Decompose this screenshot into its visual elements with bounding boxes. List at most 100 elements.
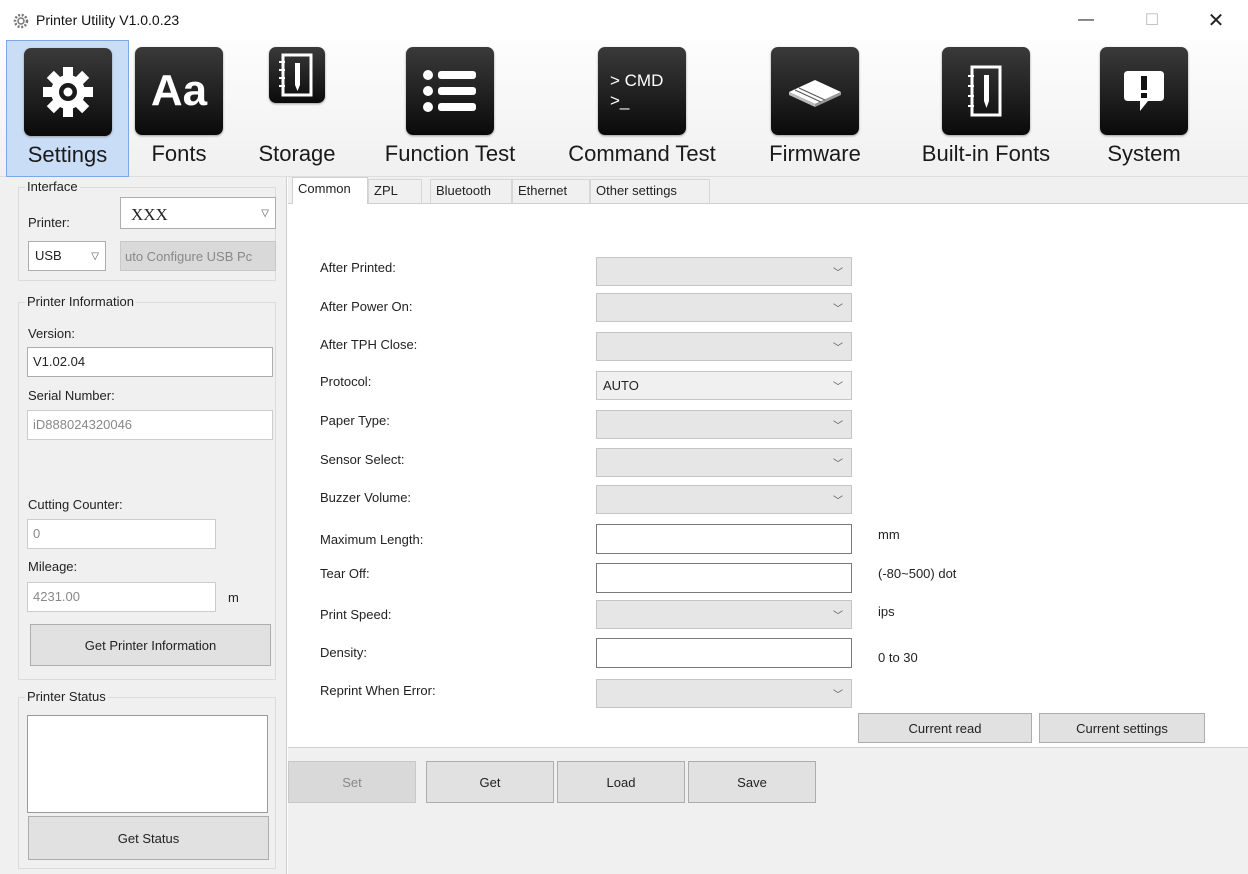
title-bar: Printer Utility V1.0.0.23 — ☐ ✕ (0, 0, 1248, 40)
toolbar-storage[interactable]: Storage (248, 40, 346, 177)
auto-configure-usb-label: uto Configure USB Pc (125, 248, 253, 264)
common-settings-panel: After Printed: ﹀ After Power On: ﹀ After… (288, 203, 1248, 748)
tear-off-input[interactable] (596, 563, 852, 593)
fonts-icon: Aa (135, 47, 223, 135)
tab-zpl-label: ZPL (374, 183, 398, 198)
protocol-select[interactable]: AUTO ﹀ (596, 371, 852, 400)
toolbar-function-test-label: Function Test (384, 141, 516, 166)
tab-other-settings-label: Other settings (596, 183, 677, 198)
serial-number-field[interactable]: iD888024320046 (27, 410, 273, 440)
buzzer-volume-select[interactable]: ﹀ (596, 485, 852, 514)
chevron-down-icon: ﹀ (833, 268, 843, 279)
port-select-value: USB (35, 248, 62, 263)
toolbar-firmware[interactable]: Firmware (756, 40, 874, 177)
tab-common[interactable]: Common (292, 177, 368, 204)
save-button[interactable]: Save (688, 761, 816, 803)
maximize-icon: ☐ (1144, 12, 1160, 29)
load-label: Load (606, 774, 636, 790)
get-status-button[interactable]: Get Status (28, 816, 269, 860)
toolbar-command-test[interactable]: > CMD >_ Command Test (554, 40, 730, 177)
printer-label: Printer: (28, 215, 70, 230)
after-power-on-select[interactable]: ﹀ (596, 293, 852, 322)
set-label: Set (342, 774, 362, 790)
print-speed-select[interactable]: ﹀ (596, 600, 852, 629)
chevron-down-icon: ﹀ (833, 496, 843, 507)
tab-common-label: Common (298, 181, 351, 196)
sensor-select-select[interactable]: ﹀ (596, 448, 852, 477)
current-settings-label: Current settings (1076, 720, 1168, 736)
get-button[interactable]: Get (426, 761, 554, 803)
after-tph-close-select[interactable]: ﹀ (596, 332, 852, 361)
list-icon (406, 47, 494, 135)
printer-select[interactable]: XXX ▽ (120, 197, 276, 229)
after-power-on-label: After Power On: (320, 299, 413, 314)
version-field[interactable]: V1.02.04 (27, 347, 273, 377)
close-icon: ✕ (1207, 9, 1225, 32)
printer-status-label: Printer Status (25, 689, 108, 704)
density-input[interactable] (596, 638, 852, 668)
chevron-down-icon: ﹀ (833, 343, 843, 354)
minimize-button[interactable]: — (1056, 0, 1116, 40)
maximum-length-input[interactable] (596, 524, 852, 554)
port-select[interactable]: USB ▽ (28, 241, 106, 271)
tab-zpl[interactable]: ZPL (368, 179, 422, 203)
tab-bluetooth[interactable]: Bluetooth (430, 179, 512, 203)
auto-configure-usb-button[interactable]: uto Configure USB Pc (120, 241, 276, 271)
chevron-down-icon: ▽ (261, 207, 269, 219)
buzzer-volume-label: Buzzer Volume: (320, 490, 412, 505)
print-speed-label: Print Speed: (320, 607, 392, 622)
load-button[interactable]: Load (557, 761, 685, 803)
maximum-length-unit: mm (878, 527, 900, 542)
toolbar-function-test[interactable]: Function Test (372, 40, 528, 177)
printer-status-box[interactable] (27, 715, 268, 813)
density-label: Density: (320, 645, 367, 660)
maximum-length-label: Maximum Length: (320, 532, 424, 547)
tab-ethernet[interactable]: Ethernet (512, 179, 590, 203)
tab-other-settings[interactable]: Other settings (590, 179, 710, 203)
serial-number-value: iD888024320046 (33, 417, 133, 432)
gear-icon (13, 13, 29, 29)
set-button[interactable]: Set (288, 761, 416, 803)
serial-number-label: Serial Number: (28, 388, 115, 403)
toolbar-settings-label: Settings (27, 142, 108, 167)
cutting-counter-field[interactable]: 0 (27, 519, 216, 549)
notebook-icon (269, 47, 325, 103)
maximize-button[interactable]: ☐ (1122, 0, 1182, 40)
toolbar-command-test-label: Command Test (568, 141, 716, 166)
toolbar-builtin-fonts-label: Built-in Fonts (921, 141, 1051, 166)
after-printed-select[interactable]: ﹀ (596, 257, 852, 286)
reprint-when-error-select[interactable]: ﹀ (596, 679, 852, 708)
print-speed-unit: ips (878, 604, 895, 619)
toolbar-builtin-fonts[interactable]: Built-in Fonts (898, 40, 1074, 177)
paper-type-label: Paper Type: (320, 413, 390, 428)
minimize-icon: — (1078, 11, 1094, 28)
printer-information-label: Printer Information (25, 294, 136, 309)
current-settings-button[interactable]: Current settings (1039, 713, 1205, 743)
paper-type-select[interactable]: ﹀ (596, 410, 852, 439)
notebook-icon (942, 47, 1030, 135)
after-printed-label: After Printed: (320, 260, 396, 275)
mileage-field[interactable]: 4231.00 (27, 582, 216, 612)
alert-icon (1100, 47, 1188, 135)
chevron-down-icon: ﹀ (833, 690, 843, 701)
toolbar-system[interactable]: System (1086, 40, 1202, 177)
chevron-down-icon: ﹀ (833, 421, 843, 432)
toolbar-settings[interactable]: Settings (6, 40, 129, 177)
toolbar-fonts[interactable]: Aa Fonts (131, 40, 227, 177)
tear-off-unit: (-80~500) dot (878, 566, 957, 581)
terminal-icon-line1: > CMD (610, 71, 664, 90)
save-label: Save (737, 774, 767, 790)
density-unit: 0 to 30 (878, 650, 918, 665)
printer-select-value: XXX (131, 205, 168, 224)
close-button[interactable]: ✕ (1186, 0, 1246, 40)
get-printer-information-button[interactable]: Get Printer Information (30, 624, 271, 666)
toolbar-fonts-label: Fonts (151, 141, 207, 166)
main-content: Common ZPL Bluetooth Ethernet Other sett… (288, 177, 1248, 874)
after-tph-close-label: After TPH Close: (320, 337, 418, 352)
sidebar: Interface Printer: XXX ▽ USB ▽ uto Confi… (0, 177, 287, 874)
chip-icon (771, 47, 859, 135)
toolbar-system-label: System (1107, 141, 1181, 166)
current-read-button[interactable]: Current read (858, 713, 1032, 743)
tab-ethernet-label: Ethernet (518, 183, 568, 198)
chevron-down-icon: ﹀ (833, 304, 843, 315)
